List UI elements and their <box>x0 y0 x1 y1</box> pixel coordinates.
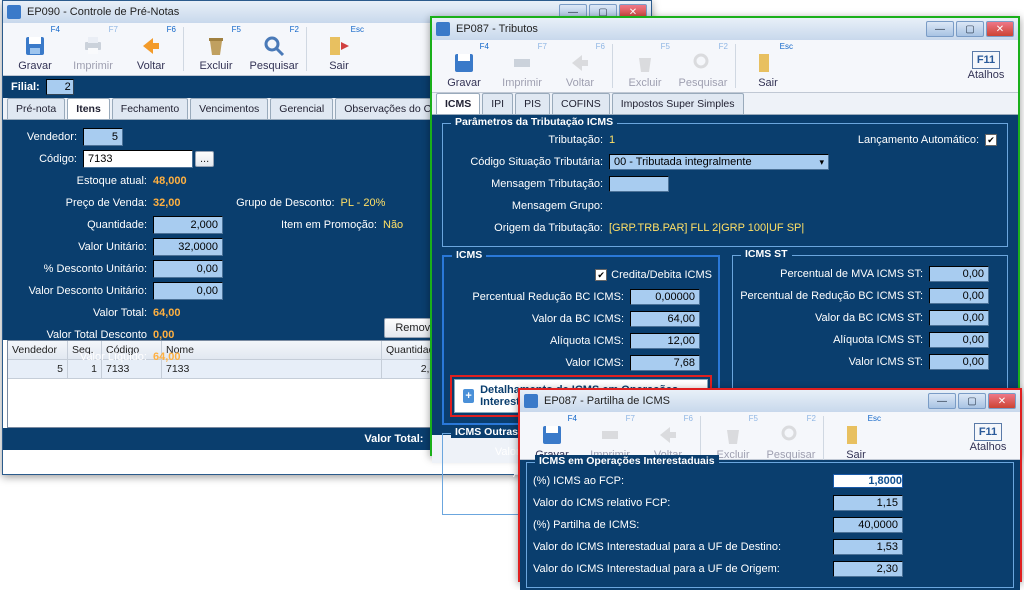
voltar-button[interactable]: F6 Voltar <box>123 25 179 73</box>
search-icon <box>691 51 715 75</box>
codigo-lookup-button[interactable]: ... <box>195 151 214 167</box>
titlebar-partilha[interactable]: EP087 - Partilha de ICMS ― ▢ ✕ <box>520 390 1020 412</box>
grupo-desc-value: PL - 20% <box>341 197 386 209</box>
sair-button[interactable]: EscSair <box>740 42 796 90</box>
close-button[interactable]: ✕ <box>986 21 1014 37</box>
search-icon <box>779 423 803 447</box>
trash-icon <box>204 34 228 58</box>
app-icon <box>436 22 450 36</box>
imprimir-button[interactable]: F7 Imprimir <box>65 25 121 73</box>
credita-checkbox[interactable]: ✔ <box>595 269 607 281</box>
window-title: EP087 - Partilha de ICMS <box>544 395 928 407</box>
max-button[interactable]: ▢ <box>958 393 986 409</box>
gravar-button[interactable]: F4 Gravar <box>7 25 63 73</box>
codigo-input[interactable] <box>83 150 193 168</box>
gravar-button[interactable]: F4Gravar <box>436 42 492 90</box>
titlebar-tributos[interactable]: EP087 - Tributos ― ▢ ✕ <box>432 18 1018 40</box>
print-icon <box>510 51 534 75</box>
item-promo-value: Não <box>383 219 403 231</box>
filial-label: Filial: <box>11 81 40 93</box>
window-title: EP087 - Tributos <box>456 23 926 35</box>
exit-icon <box>327 34 351 58</box>
origem-value: [GRP.TRB.PAR] FLL 2|GRP 100|UF SP| <box>609 222 804 234</box>
orig-val: 2,30 <box>833 561 903 577</box>
back-icon <box>139 34 163 58</box>
tab-fechamento[interactable]: Fechamento <box>112 98 188 119</box>
group-parametros: Parâmetros da Tributação ICMS Tributação… <box>442 123 1008 247</box>
vu-value: 32,0000 <box>153 238 223 256</box>
min-button[interactable]: ― <box>928 393 956 409</box>
tab-gerencial[interactable]: Gerencial <box>270 98 333 119</box>
fcp-pct-input[interactable] <box>833 474 903 488</box>
vendedor-input[interactable] <box>83 128 123 146</box>
min-button[interactable]: ― <box>926 21 954 37</box>
vdu-value: 0,00 <box>153 282 223 300</box>
sair-button[interactable]: EscSair <box>828 414 884 462</box>
lanc-auto-checkbox[interactable]: ✔ <box>985 134 997 146</box>
app-icon <box>7 5 21 19</box>
atalhos-button[interactable]: F11Atalhos <box>960 414 1016 462</box>
toolbar: F4Gravar F7Imprimir F6Voltar F5Excluir F… <box>432 40 1018 93</box>
excluir-button[interactable]: F5 Excluir <box>188 25 244 73</box>
pesquisar-button[interactable]: F2Pesquisar <box>763 414 819 462</box>
excluir-button[interactable]: F5Excluir <box>617 42 673 90</box>
tab-cofins[interactable]: COFINS <box>552 93 610 114</box>
tab-pis[interactable]: PIS <box>515 93 550 114</box>
vtd-value: 0,00 <box>153 329 174 341</box>
plus-icon: + <box>463 389 474 403</box>
tab-ipi[interactable]: IPI <box>482 93 513 114</box>
exit-icon <box>756 51 780 75</box>
atalhos-button[interactable]: F11Atalhos <box>958 42 1014 90</box>
tabs: ICMS IPI PIS COFINS Impostos Super Simpl… <box>432 93 1018 115</box>
pesquisar-button[interactable]: F2Pesquisar <box>675 42 731 90</box>
msg-trib-input[interactable] <box>609 176 669 192</box>
max-button[interactable]: ▢ <box>956 21 984 37</box>
vl-value: 64,00 <box>153 351 181 363</box>
sair-button[interactable]: Esc Sair <box>311 25 367 73</box>
close-button[interactable]: ✕ <box>988 393 1016 409</box>
voltar-button[interactable]: F6Voltar <box>552 42 608 90</box>
estoque-value: 48,000 <box>153 175 187 187</box>
tab-prenota[interactable]: Pré-nota <box>7 98 65 119</box>
preco-value: 32,00 <box>153 197 181 209</box>
fcp-val: 1,15 <box>833 495 903 511</box>
save-icon <box>452 51 476 75</box>
exit-icon <box>844 423 868 447</box>
print-icon <box>81 34 105 58</box>
qtd-value: 2,000 <box>153 216 223 234</box>
search-icon <box>262 34 286 58</box>
trash-icon <box>721 423 745 447</box>
save-icon <box>540 423 564 447</box>
tab-icms[interactable]: ICMS <box>436 93 480 114</box>
save-icon <box>23 34 47 58</box>
part-val: 40,0000 <box>833 517 903 533</box>
dest-val: 1,53 <box>833 539 903 555</box>
back-icon <box>656 423 680 447</box>
app-icon <box>524 394 538 408</box>
filial-input[interactable] <box>46 79 74 95</box>
imprimir-button[interactable]: F7Imprimir <box>494 42 550 90</box>
tab-supersimples[interactable]: Impostos Super Simples <box>612 93 744 114</box>
cod-sit-select[interactable]: 00 - Tributada integralmente▾ <box>609 154 829 170</box>
print-icon <box>598 423 622 447</box>
vt-value: 64,00 <box>153 307 181 319</box>
back-icon <box>568 51 592 75</box>
pesquisar-button[interactable]: F2 Pesquisar <box>246 25 302 73</box>
window-partilha: EP087 - Partilha de ICMS ― ▢ ✕ F4Gravar … <box>518 388 1022 582</box>
group-partilha: ICMS em Operações Interestaduais (%) ICM… <box>526 462 1014 588</box>
tab-itens[interactable]: Itens <box>67 98 110 119</box>
toolbar: F4Gravar F7Imprimir F6Voltar F5Excluir F… <box>520 412 1020 460</box>
pdu-value: 0,00 <box>153 260 223 278</box>
trash-icon <box>633 51 657 75</box>
tab-vencimentos[interactable]: Vencimentos <box>190 98 268 119</box>
